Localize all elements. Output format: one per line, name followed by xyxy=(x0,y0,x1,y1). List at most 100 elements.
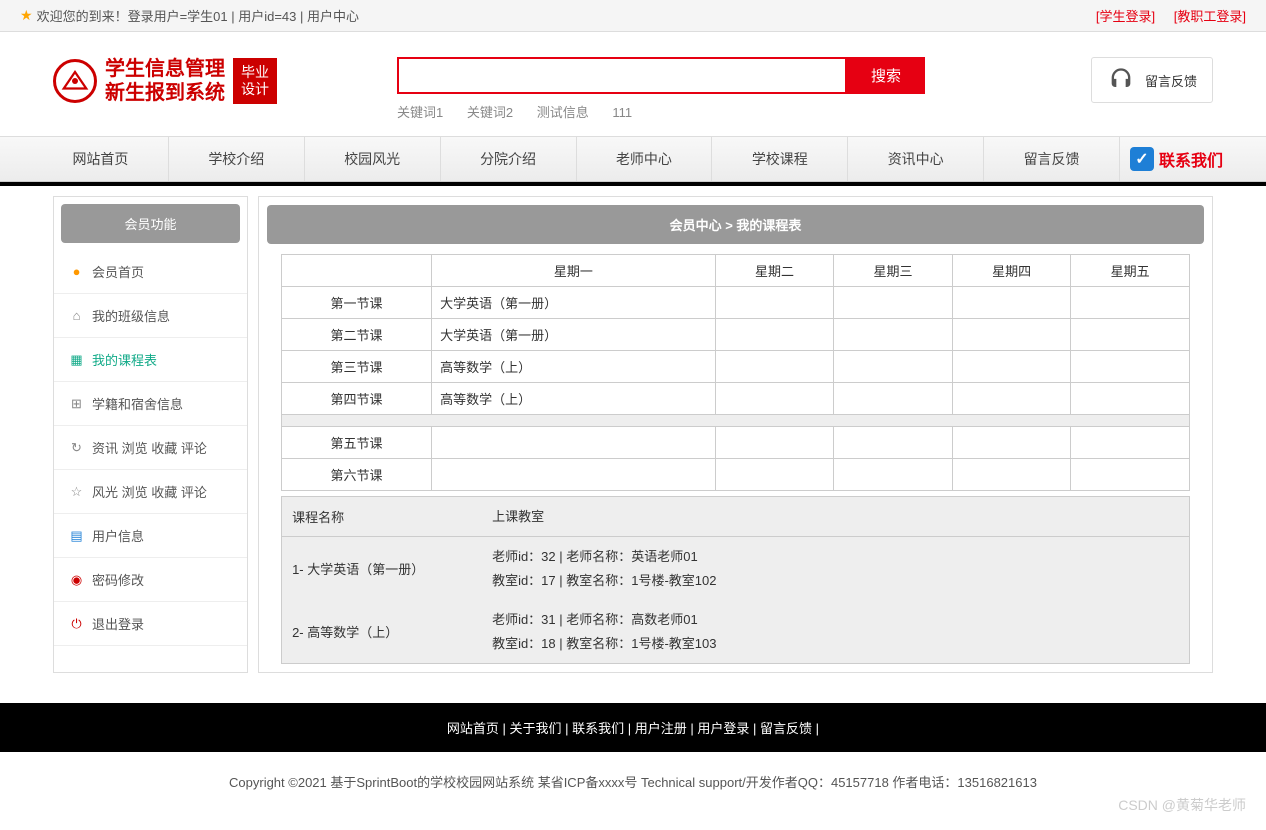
sidebar-item-4[interactable]: ↻资讯 浏览 收藏 评论 xyxy=(54,426,247,470)
period-cell: 第六节课 xyxy=(282,459,432,491)
fri-cell xyxy=(1071,319,1190,351)
sidebar-label: 我的课程表 xyxy=(92,350,157,369)
nav-scenery[interactable]: 校园风光 xyxy=(305,137,441,181)
feedback-label: 留言反馈 xyxy=(1145,71,1197,90)
thu-cell xyxy=(952,459,1071,491)
search-input[interactable] xyxy=(397,57,847,94)
sidebar-item-5[interactable]: ☆风光 浏览 收藏 评论 xyxy=(54,470,247,514)
keywords: 关键词1 关键词2 测试信息 111 xyxy=(397,102,1071,121)
mon-cell xyxy=(432,427,716,459)
wed-cell xyxy=(834,287,953,319)
wed-cell xyxy=(834,427,953,459)
nav-course[interactable]: 学校课程 xyxy=(712,137,848,181)
keyword-1[interactable]: 关键词1 xyxy=(397,105,443,120)
mon-cell: 大学英语（第一册） xyxy=(432,287,716,319)
topbar: ★ 欢迎您的到来！登录用户=学生01 | 用户id=43 | 用户中心 [学生登… xyxy=(0,0,1266,32)
nav-department[interactable]: 分院介绍 xyxy=(441,137,577,181)
nav-school-intro[interactable]: 学校介绍 xyxy=(169,137,305,181)
thu-cell xyxy=(952,319,1071,351)
tue-cell xyxy=(715,351,834,383)
period-cell: 第一节课 xyxy=(282,287,432,319)
nav-contact-label: 联系我们 xyxy=(1159,147,1223,171)
sidebar-icon: ⌂ xyxy=(69,308,84,323)
course-info-row: 1- 大学英语（第一册）老师id：32 | 老师名称：英语老师01教室id：17… xyxy=(282,537,1189,600)
schedule-table: 星期一星期二星期三星期四星期五 第一节课大学英语（第一册）第二节课大学英语（第一… xyxy=(281,254,1190,491)
content: 会员中心 > 我的课程表 星期一星期二星期三星期四星期五 第一节课大学英语（第一… xyxy=(258,196,1213,673)
footer-link[interactable]: 用户登录 xyxy=(697,721,749,736)
schedule-row: 第六节课 xyxy=(282,459,1190,491)
schedule-header: 星期五 xyxy=(1071,255,1190,287)
nav-contact[interactable]: ✓ 联系我们 xyxy=(1120,137,1233,181)
schedule-row: 第四节课高等数学（上） xyxy=(282,383,1190,415)
headset-icon xyxy=(1107,66,1135,94)
main-content: 会员功能 ●会员首页⌂我的班级信息▦我的课程表⊞学籍和宿舍信息↻资讯 浏览 收藏… xyxy=(33,196,1233,673)
schedule-row: 第一节课大学英语（第一册） xyxy=(282,287,1190,319)
footer-link[interactable]: 关于我们 xyxy=(510,721,562,736)
footer-link[interactable]: 联系我们 xyxy=(572,721,624,736)
mon-cell xyxy=(432,459,716,491)
sidebar-icon: ⊞ xyxy=(69,396,84,411)
mon-cell: 高等数学（上） xyxy=(432,383,716,415)
keyword-2[interactable]: 关键词2 xyxy=(467,105,513,120)
period-cell: 第四节课 xyxy=(282,383,432,415)
badge-line1: 毕业 xyxy=(241,64,269,81)
badge-line2: 设计 xyxy=(241,81,269,98)
sidebar-label: 退出登录 xyxy=(92,614,144,633)
logo-area: 学生信息管理 新生报到系统 毕业 设计 xyxy=(53,57,277,105)
wed-cell xyxy=(834,351,953,383)
sidebar-icon: ⏻ xyxy=(69,616,84,631)
period-cell: 第五节课 xyxy=(282,427,432,459)
staff-login-link[interactable]: [教职工登录] xyxy=(1174,9,1246,24)
footer-link[interactable]: 用户注册 xyxy=(635,721,687,736)
search-box: 搜索 xyxy=(397,57,1071,94)
breadcrumb: 会员中心 > 我的课程表 xyxy=(267,205,1204,244)
footer-link[interactable]: 网站首页 xyxy=(447,721,499,736)
student-login-link[interactable]: [学生登录] xyxy=(1096,9,1155,24)
sidebar-item-8[interactable]: ⏻ 退出登录 xyxy=(54,602,247,646)
wed-cell xyxy=(834,459,953,491)
nav-teacher[interactable]: 老师中心 xyxy=(577,137,713,181)
schedule-row: 第五节课 xyxy=(282,427,1190,459)
footer-nav: 网站首页 | 关于我们 | 联系我们 | 用户注册 | 用户登录 | 留言反馈 … xyxy=(0,703,1266,752)
sidebar-item-2[interactable]: ▦我的课程表 xyxy=(54,338,247,382)
sidebar-label: 我的班级信息 xyxy=(92,306,170,325)
logo-line1: 学生信息管理 xyxy=(105,57,225,81)
schedule-row: 第三节课高等数学（上） xyxy=(282,351,1190,383)
sidebar-label: 学籍和宿舍信息 xyxy=(92,394,183,413)
check-icon: ✓ xyxy=(1130,147,1154,171)
search-area: 搜索 关键词1 关键词2 测试信息 111 xyxy=(397,57,1071,121)
sidebar-item-6[interactable]: ▤用户信息 xyxy=(54,514,247,558)
sidebar-item-7[interactable]: ◉密码修改 xyxy=(54,558,247,602)
fri-cell xyxy=(1071,383,1190,415)
schedule-header: 星期二 xyxy=(715,255,834,287)
sidebar-label: 用户信息 xyxy=(92,526,144,545)
course-name: 2- 高等数学（上） xyxy=(282,600,482,663)
course-info-row: 2- 高等数学（上）老师id：31 | 老师名称：高数老师01教室id：18 |… xyxy=(282,600,1189,663)
sidebar-item-3[interactable]: ⊞ 学籍和宿舍信息 xyxy=(54,382,247,426)
watermark: CSDN @黄菊华老师 xyxy=(1118,795,1246,815)
feedback-button[interactable]: 留言反馈 xyxy=(1091,57,1213,103)
sidebar-item-1[interactable]: ⌂ 我的班级信息 xyxy=(54,294,247,338)
schedule-row: 第二节课大学英语（第一册） xyxy=(282,319,1190,351)
keyword-4[interactable]: 111 xyxy=(612,105,632,120)
welcome-text: 欢迎您的到来！登录用户=学生01 | 用户id=43 | 用户中心 xyxy=(37,6,359,25)
fri-cell xyxy=(1071,427,1190,459)
course-name: 1- 大学英语（第一册） xyxy=(282,537,482,600)
fri-cell xyxy=(1071,459,1190,491)
schedule-header: 星期三 xyxy=(834,255,953,287)
search-button[interactable]: 搜索 xyxy=(847,57,925,94)
footer-link[interactable]: 留言反馈 xyxy=(760,721,812,736)
course-info-h2: 上课教室 xyxy=(482,497,1189,536)
nav-feedback[interactable]: 留言反馈 xyxy=(984,137,1120,181)
mon-cell: 大学英语（第一册） xyxy=(432,319,716,351)
course-info: 课程名称 上课教室 1- 大学英语（第一册）老师id：32 | 老师名称：英语老… xyxy=(281,496,1190,664)
nav-home[interactable]: 网站首页 xyxy=(33,137,169,181)
sidebar-icon: ☆ xyxy=(69,484,84,499)
keyword-3[interactable]: 测试信息 xyxy=(537,105,589,120)
nav-news[interactable]: 资讯中心 xyxy=(848,137,984,181)
divider xyxy=(0,182,1266,186)
period-cell: 第二节课 xyxy=(282,319,432,351)
thu-cell xyxy=(952,287,1071,319)
schedule-header: 星期四 xyxy=(952,255,1071,287)
sidebar-item-0[interactable]: ●会员首页 xyxy=(54,250,247,294)
